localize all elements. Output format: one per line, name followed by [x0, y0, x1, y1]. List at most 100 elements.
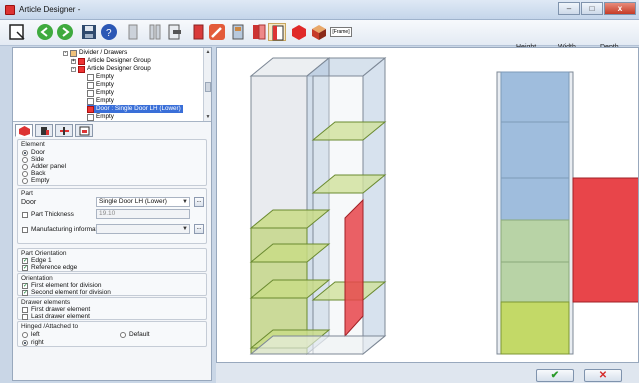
tree-item[interactable]: Empty: [87, 89, 114, 97]
structure-tree[interactable]: - Divider / Drawers + Article Designer Gro…: [13, 48, 211, 122]
empty-slot-icon: [87, 97, 94, 105]
scroll-down-icon[interactable]: ▼: [205, 114, 211, 120]
checkbox-icon: ✓: [22, 282, 29, 289]
frame-button[interactable]: [Frame]: [330, 23, 354, 41]
edge1-checkbox[interactable]: ✓ Edge 1: [22, 257, 52, 264]
tree-item[interactable]: Empty: [87, 73, 114, 81]
checkbox-icon: ✓: [22, 289, 29, 296]
cabinet-icon[interactable]: [230, 23, 248, 41]
collapse-icon[interactable]: -: [71, 66, 76, 72]
cube-icon[interactable]: [310, 23, 328, 41]
manufacturing-info-select[interactable]: ▼: [96, 224, 190, 234]
tree-item[interactable]: Empty: [87, 81, 114, 89]
dialog-buttons: ✔ ✕: [216, 363, 639, 383]
collapse-icon[interactable]: -: [63, 50, 68, 56]
manufacturing-browse-button[interactable]: ...: [194, 224, 204, 234]
door-gray-icon[interactable]: [166, 23, 184, 41]
tree-item-selected[interactable]: Door : Single Door LH (Lower): [87, 105, 183, 113]
radio-icon: [22, 339, 28, 346]
scroll-thumb[interactable]: [205, 82, 211, 92]
drawer-tab-icon[interactable]: [75, 124, 93, 137]
hinged-default-radio[interactable]: Default: [120, 331, 150, 338]
orientation-group: Orientation ✓ First element for division …: [17, 273, 207, 296]
element-door-radio[interactable]: Door: [22, 149, 45, 156]
part-orientation-title: Part Orientation: [21, 250, 67, 257]
radio-icon: [22, 177, 28, 184]
radio-icon: [120, 331, 126, 338]
part-thickness-checkbox[interactable]: Part Thickness: [22, 211, 74, 218]
checkbox-icon: [22, 306, 28, 313]
orientation-title: Orientation: [21, 275, 53, 282]
part-group: Part Door Single Door LH (Lower) ▼ ... Pa…: [17, 188, 207, 244]
window-controls: – □ x: [558, 2, 636, 15]
manufacturing-info-checkbox[interactable]: Manufacturing informatic: [22, 226, 102, 233]
tree-item[interactable]: Empty: [87, 113, 114, 121]
cabinet-drawing: [249, 56, 638, 356]
second-element-checkbox[interactable]: ✓ Second element for division: [22, 289, 111, 296]
element-back-radio[interactable]: Back: [22, 170, 45, 177]
part-group-title: Part: [21, 190, 33, 197]
element-side-radio[interactable]: Side: [22, 156, 44, 163]
radio-icon: [22, 170, 28, 177]
tree-scrollbar[interactable]: ▲ ▼: [203, 48, 211, 121]
element-tab-icon[interactable]: [15, 124, 33, 137]
hinged-title: Hinged /Attached to: [21, 323, 79, 330]
door-red-icon[interactable]: [250, 23, 268, 41]
door-label: Door: [21, 199, 37, 206]
toolbar: ? [Frame] Height 2000 Width 850 Depth 50…: [0, 20, 639, 63]
first-element-checkbox[interactable]: ✓ First element for division: [22, 282, 101, 289]
app-icon: [5, 5, 15, 15]
empty-slot-icon: [87, 73, 94, 81]
maximize-button[interactable]: □: [581, 2, 603, 15]
checkbox-icon: [22, 313, 28, 320]
checkbox-icon: [22, 211, 28, 218]
door-select[interactable]: Single Door LH (Lower) ▼: [96, 197, 190, 207]
window-title: Article Designer -: [19, 5, 81, 14]
empty-slot-icon: [87, 113, 94, 121]
radio-icon: [22, 149, 28, 156]
expand-icon[interactable]: +: [71, 58, 76, 64]
tree-item[interactable]: - Divider / Drawers: [63, 49, 127, 57]
properties-pane: - Divider / Drawers + Article Designer Gro…: [12, 47, 212, 381]
tree-item[interactable]: + Article Designer Group: [71, 57, 151, 65]
folder-icon: [70, 49, 77, 57]
edit-icon[interactable]: [208, 23, 226, 41]
cabinet-front-view: [496, 71, 638, 355]
door-browse-button[interactable]: ...: [194, 197, 204, 207]
red-panel-icon[interactable]: [190, 23, 208, 41]
hinged-right-radio[interactable]: right: [22, 339, 44, 346]
forward-icon[interactable]: [56, 23, 74, 41]
radio-icon: [22, 331, 28, 338]
radio-icon: [22, 163, 28, 170]
panel-gray2-icon[interactable]: [146, 23, 164, 41]
empty-slot-icon: [87, 89, 94, 97]
part-thickness-field[interactable]: 19.10: [96, 209, 190, 219]
design-viewport[interactable]: [216, 47, 639, 363]
element-empty-radio[interactable]: Empty: [22, 177, 49, 184]
ok-button[interactable]: ✔: [536, 369, 574, 382]
new-article-icon[interactable]: [8, 23, 26, 41]
red-box-icon[interactable]: [290, 23, 308, 41]
part-tab-icon[interactable]: [35, 124, 53, 137]
frame-label: [Frame]: [330, 27, 352, 37]
cancel-button[interactable]: ✕: [584, 369, 622, 382]
hinged-group: Hinged /Attached to left Default right: [17, 321, 207, 347]
divider-tab-icon[interactable]: [55, 124, 73, 137]
hinged-left-radio[interactable]: left: [22, 331, 40, 338]
element-adder-panel-radio[interactable]: Adder panel: [22, 163, 66, 170]
reference-edge-checkbox[interactable]: ✓ Reference edge: [22, 264, 77, 271]
tree-item[interactable]: - Article Designer Group: [71, 65, 151, 73]
back-icon[interactable]: [36, 23, 54, 41]
door-left-icon[interactable]: [268, 23, 286, 41]
close-button[interactable]: x: [604, 2, 636, 15]
chevron-down-icon: ▼: [182, 226, 188, 232]
svg-text:?: ?: [106, 28, 112, 39]
last-drawer-checkbox[interactable]: Last drawer element: [22, 313, 90, 320]
first-drawer-checkbox[interactable]: First drawer element: [22, 306, 90, 313]
save-icon[interactable]: [80, 23, 98, 41]
minimize-button[interactable]: –: [558, 2, 580, 15]
help-icon[interactable]: ?: [100, 23, 118, 41]
scroll-up-icon[interactable]: ▲: [205, 49, 211, 55]
tree-item[interactable]: Empty: [87, 97, 114, 105]
panel-gray-icon[interactable]: [124, 23, 142, 41]
